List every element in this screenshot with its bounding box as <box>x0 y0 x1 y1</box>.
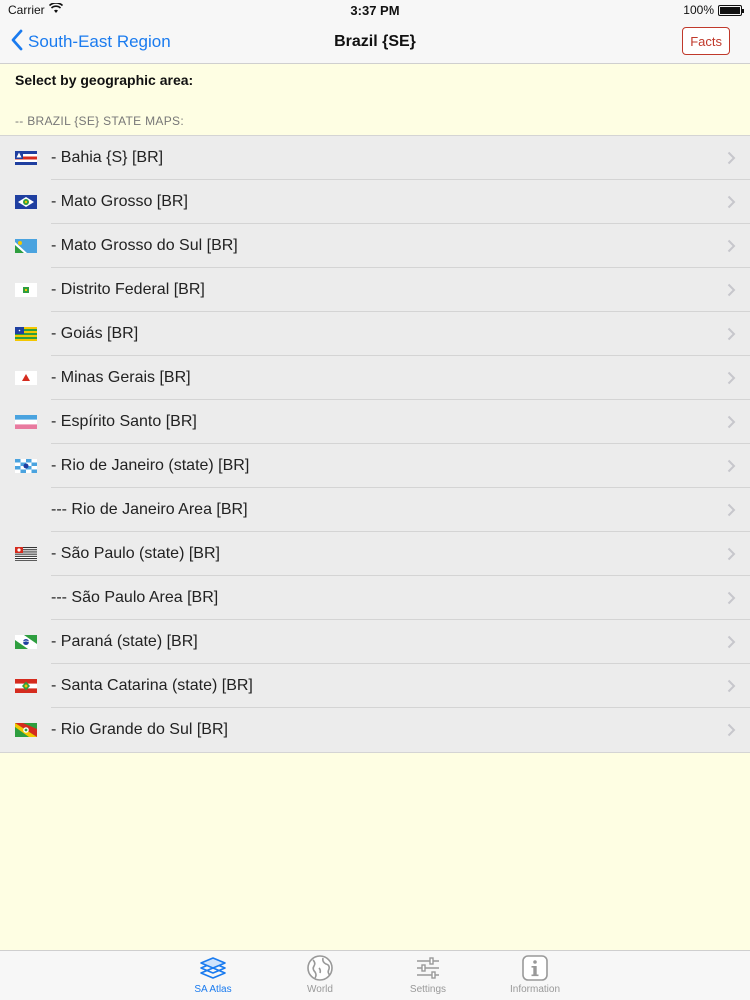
chevron-right-icon <box>727 503 736 517</box>
chevron-right-icon <box>727 679 736 693</box>
battery-icon <box>718 4 744 16</box>
rio-de-janeiro-flag-icon <box>15 459 37 473</box>
mato-grosso-flag-icon <box>15 195 37 209</box>
status-right: 100% <box>683 3 744 17</box>
wifi-icon <box>48 2 63 17</box>
tab-label: Information <box>509 984 561 995</box>
chevron-right-icon <box>727 283 736 297</box>
list-item-label: - Mato Grosso [BR] <box>51 193 188 210</box>
list-item-sao-paulo-area[interactable]: --- São Paulo Area [BR] <box>0 576 750 620</box>
chevron-right-icon <box>727 195 736 209</box>
tab-label: World <box>307 984 333 995</box>
tab-label: Settings <box>409 984 447 995</box>
tab-information[interactable]: Information <box>503 954 567 1000</box>
list-item-label: - Santa Catarina (state) [BR] <box>51 677 253 694</box>
list-item-label: - Paraná (state) [BR] <box>51 633 198 650</box>
back-button-label: South-East Region <box>28 32 171 51</box>
list-item-minas-gerais[interactable]: - Minas Gerais [BR] <box>0 356 750 400</box>
chevron-right-icon <box>727 239 736 253</box>
espirito-santo-flag-icon <box>15 415 37 429</box>
navigation-bar: South-East Region Brazil {SE} Facts <box>0 20 750 64</box>
battery-label: 100% <box>683 3 714 17</box>
parana-flag-icon <box>15 635 37 649</box>
distrito-federal-flag-icon <box>15 283 37 297</box>
carrier-label: Carrier <box>8 3 45 17</box>
list-item-rio-de-janeiro[interactable]: - Rio de Janeiro (state) [BR] <box>0 444 750 488</box>
list-item-label: --- São Paulo Area [BR] <box>51 589 219 606</box>
status-left: Carrier <box>8 2 63 17</box>
rio-grande-do-sul-flag-icon <box>15 723 37 737</box>
status-bar: Carrier 3:37 PM 100% <box>0 0 750 20</box>
select-prompt: Select by geographic area: <box>15 72 194 88</box>
chevron-right-icon <box>727 723 736 737</box>
list-item-sao-paulo[interactable]: - São Paulo (state) [BR] <box>0 532 750 576</box>
list-item-rio-de-janeiro-area[interactable]: --- Rio de Janeiro Area [BR] <box>0 488 750 532</box>
tab-world[interactable]: World <box>288 954 352 1000</box>
list-item-label: - Distrito Federal [BR] <box>51 281 205 298</box>
section-header: -- BRAZIL {SE} STATE MAPS: <box>15 114 184 128</box>
list-item-label: - São Paulo (state) [BR] <box>51 545 220 562</box>
list-item-bahia[interactable]: - Bahia {S} [BR] <box>0 136 750 180</box>
list-item-label: --- Rio de Janeiro Area [BR] <box>51 501 248 518</box>
list-item-label: - Rio de Janeiro (state) [BR] <box>51 457 250 474</box>
list-item-goias[interactable]: - Goiás [BR] <box>0 312 750 356</box>
list-item-parana[interactable]: - Paraná (state) [BR] <box>0 620 750 664</box>
back-button[interactable]: South-East Region <box>10 28 171 56</box>
chevron-right-icon <box>727 371 736 385</box>
atlas-icon <box>181 954 245 982</box>
status-time: 3:37 PM <box>350 2 400 18</box>
minas-gerais-flag-icon <box>15 371 37 385</box>
list-item-label: - Espírito Santo [BR] <box>51 413 197 430</box>
sao-paulo-flag-icon <box>15 547 37 561</box>
santa-catarina-flag-icon <box>15 679 37 693</box>
tab-sa-atlas[interactable]: SA Atlas <box>181 954 245 1000</box>
goias-flag-icon <box>15 327 37 341</box>
list-item-label: - Mato Grosso do Sul [BR] <box>51 237 238 254</box>
list-item-espirito-santo[interactable]: - Espírito Santo [BR] <box>0 400 750 444</box>
chevron-right-icon <box>727 151 736 165</box>
sliders-icon <box>396 954 460 982</box>
facts-button[interactable]: Facts <box>682 27 730 55</box>
list-item-label: - Bahia {S} [BR] <box>51 149 164 166</box>
tab-label: SA Atlas <box>194 984 232 995</box>
chevron-right-icon <box>727 547 736 561</box>
chevron-right-icon <box>727 415 736 429</box>
chevron-right-icon <box>727 635 736 649</box>
list-item-distrito-federal[interactable]: - Distrito Federal [BR] <box>0 268 750 312</box>
globe-icon <box>288 954 352 982</box>
list-item-label: - Minas Gerais [BR] <box>51 369 191 386</box>
list-item-label: - Goiás [BR] <box>51 325 139 342</box>
chevron-left-icon <box>10 29 24 56</box>
mato-grosso-do-sul-flag-icon <box>15 239 37 253</box>
chevron-right-icon <box>727 591 736 605</box>
list-item-santa-catarina[interactable]: - Santa Catarina (state) [BR] <box>0 664 750 708</box>
list-item-label: - Rio Grande do Sul [BR] <box>51 721 228 738</box>
chevron-right-icon <box>727 327 736 341</box>
chevron-right-icon <box>727 459 736 473</box>
tab-bar: SA Atlas World Settings Information <box>0 950 750 1000</box>
state-list: - Bahia {S} [BR] - Mato Grosso [BR] - Ma… <box>0 135 750 753</box>
bahia-flag-icon <box>15 151 37 165</box>
list-item-mato-grosso-do-sul[interactable]: - Mato Grosso do Sul [BR] <box>0 224 750 268</box>
tab-settings[interactable]: Settings <box>396 954 460 1000</box>
list-item-rio-grande-do-sul[interactable]: - Rio Grande do Sul [BR] <box>0 708 750 752</box>
info-icon <box>503 954 567 982</box>
list-item-mato-grosso[interactable]: - Mato Grosso [BR] <box>0 180 750 224</box>
